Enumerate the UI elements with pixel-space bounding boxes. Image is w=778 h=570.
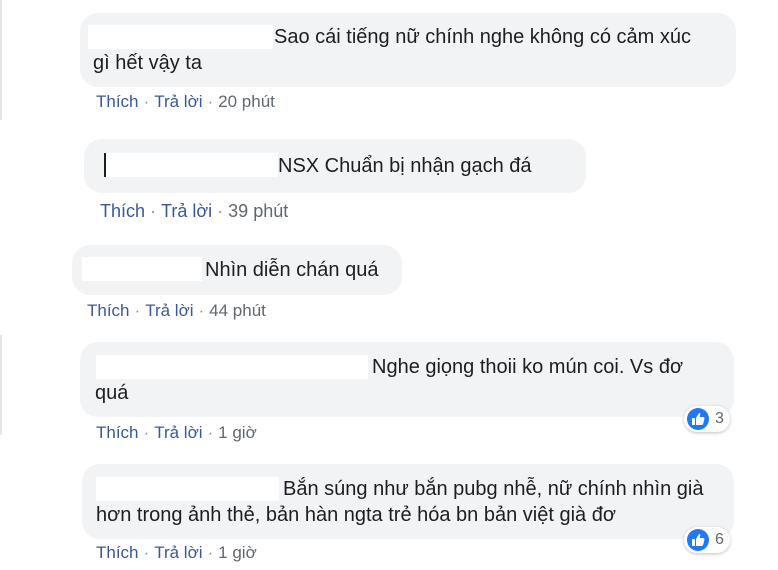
separator: ·	[207, 543, 214, 562]
thumbs-up-icon	[686, 407, 710, 431]
redacted-author-name[interactable]	[96, 477, 279, 501]
redacted-author-name[interactable]	[88, 25, 273, 49]
comment-text: NSX Chuẩn bị nhận gạch đá	[278, 155, 532, 177]
redacted-author-name[interactable]	[82, 257, 202, 281]
comment-actions: Thích · Trả lời · 1 giờ	[96, 423, 257, 443]
redacted-author-name[interactable]	[96, 355, 368, 379]
reaction-count: 3	[715, 410, 724, 427]
comment-actions: Thích · Trả lời · 44 phút	[87, 301, 266, 321]
separator: ·	[207, 423, 214, 442]
comment-time[interactable]: 1 giờ	[218, 543, 257, 562]
comment-text: Nhìn diễn chán quá	[205, 259, 379, 281]
comment-actions: Thích · Trả lời · 1 giờ	[96, 543, 257, 563]
reaction-count: 6	[715, 531, 724, 548]
comment-time[interactable]: 20 phút	[218, 92, 275, 111]
reply-link[interactable]: Trả lời	[154, 423, 202, 442]
separator: ·	[143, 92, 150, 111]
left-border	[0, 0, 2, 120]
separator: ·	[150, 201, 157, 221]
like-link[interactable]: Thích	[96, 543, 139, 562]
comment-actions: Thích · Trả lời · 39 phút	[100, 201, 288, 221]
comment-text: gì hết vậy ta	[93, 52, 202, 74]
reply-link[interactable]: Trả lời	[145, 301, 193, 320]
comment-text: Sao cái tiếng nữ chính nghe không có cảm…	[274, 26, 691, 48]
like-link[interactable]: Thích	[96, 423, 139, 442]
comment-text: Nghe giọng thoii ko mún coi. Vs đơ	[372, 356, 684, 378]
reaction-count-badge[interactable]: 3	[684, 406, 730, 432]
separator: ·	[217, 201, 224, 221]
reply-link[interactable]: Trả lời	[154, 92, 202, 111]
comment-time[interactable]: 39 phút	[228, 201, 288, 221]
comment-text: Bắn súng như bắn pubg nhễ, nữ chính nhìn…	[283, 478, 704, 500]
reaction-count-badge[interactable]: 6	[684, 527, 730, 553]
comment-actions: Thích · Trả lời · 20 phút	[96, 92, 275, 112]
left-border	[0, 335, 2, 435]
comment-text: quá	[95, 382, 129, 404]
reply-link[interactable]: Trả lời	[154, 543, 202, 562]
separator: ·	[207, 92, 214, 111]
separator: ·	[143, 543, 150, 562]
comment-text: hơn trong ảnh thẻ, bản hàn ngta trẻ hóa …	[96, 504, 616, 526]
like-link[interactable]: Thích	[96, 92, 139, 111]
separator: ·	[143, 423, 150, 442]
separator: ·	[198, 301, 205, 320]
separator: ·	[134, 301, 141, 320]
thumbs-up-icon	[686, 528, 710, 552]
comment-time[interactable]: 44 phút	[209, 301, 266, 320]
redacted-author-name[interactable]	[104, 153, 278, 177]
comment-time[interactable]: 1 giờ	[218, 423, 257, 442]
like-link[interactable]: Thích	[87, 301, 130, 320]
reply-link[interactable]: Trả lời	[161, 201, 212, 221]
like-link[interactable]: Thích	[100, 201, 145, 221]
